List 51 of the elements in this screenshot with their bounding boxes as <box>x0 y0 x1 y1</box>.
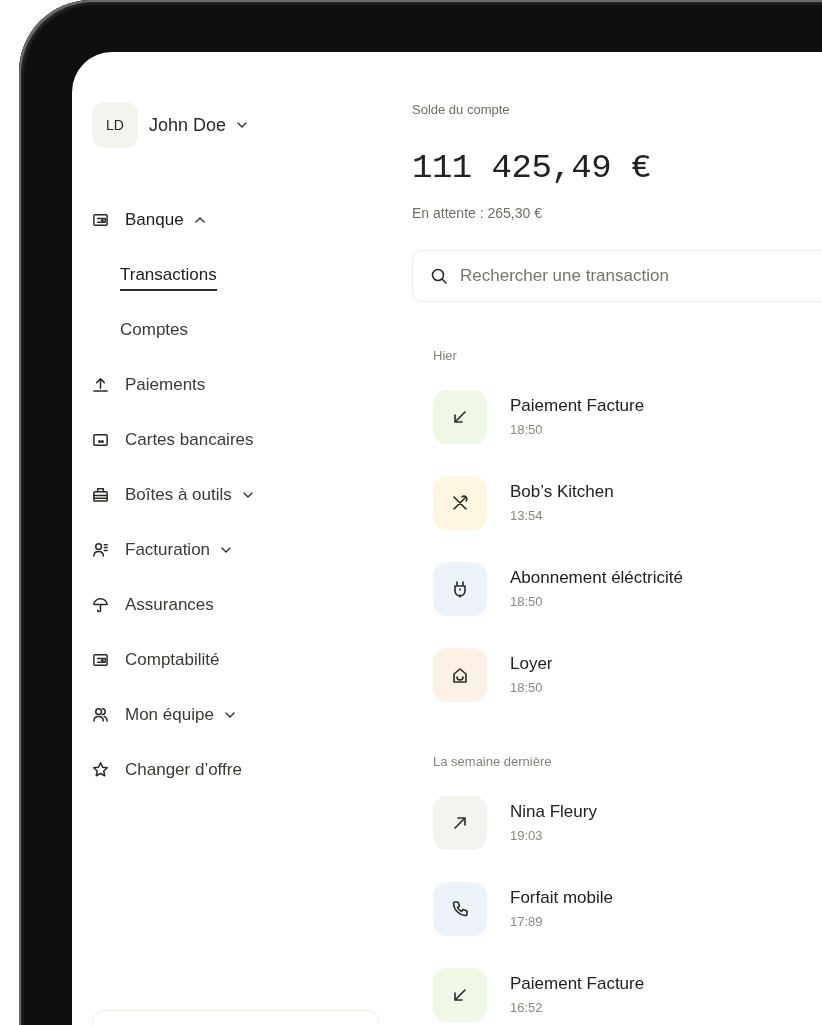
transaction-time: 17:89 <box>510 914 544 930</box>
transaction-time: 18:50 <box>510 422 544 438</box>
arrow-down-left-icon <box>451 986 469 1004</box>
section-heading: La semaine dernière <box>433 754 553 770</box>
search-bar[interactable]: Rechercher une transaction <box>412 250 822 302</box>
search-field[interactable]: Rechercher une transaction <box>460 266 822 286</box>
arrow-down-left-icon <box>451 408 469 426</box>
nav-item[interactable]: Mon équipe <box>92 704 236 725</box>
transaction-title[interactable]: Nina Fleury <box>510 802 597 822</box>
transaction-time: 13:54 <box>510 508 544 524</box>
transaction-time: 18:50 <box>510 680 544 696</box>
section-heading: Hier <box>433 348 458 364</box>
utensils-icon <box>451 494 469 512</box>
transaction-title[interactable]: Loyer <box>510 654 553 674</box>
toolbox-icon <box>92 486 109 503</box>
house-icon <box>451 666 469 684</box>
transaction-time: 16:52 <box>510 1000 544 1016</box>
star-icon <box>92 761 109 778</box>
transaction-time: 18:50 <box>510 594 544 610</box>
balance-label: Solde du compte <box>412 102 511 118</box>
nav-item[interactable]: Banque <box>92 209 206 230</box>
transaction-title[interactable]: Paiement Facture <box>510 396 645 416</box>
people-icon <box>92 706 109 723</box>
avatar-initials: LD <box>92 102 138 148</box>
card-icon <box>92 431 109 448</box>
wallet-icon <box>92 211 109 228</box>
transaction-title[interactable]: Forfait mobile <box>510 888 613 908</box>
account-switcher[interactable]: John Doe <box>149 114 249 136</box>
transaction-title[interactable]: Paiement Facture <box>510 974 645 994</box>
pending-amount: En attente : 265,30 € <box>412 204 543 222</box>
nav-item[interactable]: Changer d’offre <box>92 759 242 780</box>
search-icon <box>430 267 448 285</box>
nav-subitem[interactable]: Comptes <box>120 319 189 346</box>
umbrella-icon <box>92 596 109 613</box>
nav-item[interactable]: Assurances <box>92 594 214 615</box>
transaction-title[interactable]: Abonnement éléctricité <box>510 568 683 588</box>
transaction-time: 19:03 <box>510 828 544 844</box>
nav-subitem[interactable]: Transactions <box>120 264 217 291</box>
nav-item[interactable]: Boîtes à outils <box>92 484 254 505</box>
nav-item[interactable]: Cartes bancaires <box>92 429 254 450</box>
nav-item[interactable]: Paiements <box>92 374 206 395</box>
upload-icon <box>92 376 109 393</box>
arrow-up-right-icon <box>451 814 469 832</box>
account-balance: 111 425,49 € <box>412 148 652 188</box>
plug-icon <box>451 580 469 598</box>
transaction-title[interactable]: Bob’s Kitchen <box>510 482 614 502</box>
person-list-icon <box>92 541 109 558</box>
wallet-icon <box>92 651 109 668</box>
nav-item[interactable]: Facturation <box>92 539 233 560</box>
nav-item[interactable]: Comptabilité <box>92 649 220 670</box>
phone-icon <box>451 900 469 918</box>
